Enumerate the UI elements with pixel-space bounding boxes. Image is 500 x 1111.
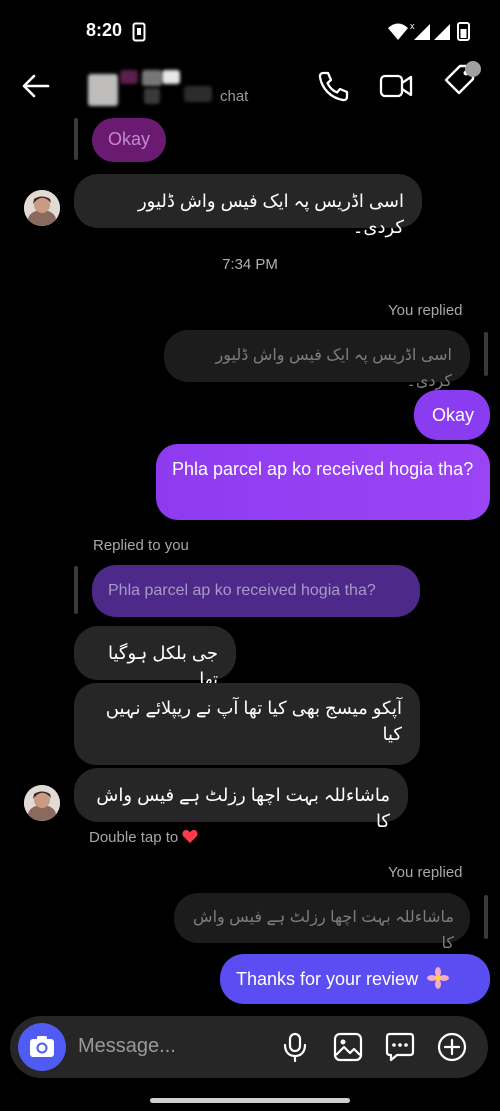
phone-icon[interactable] <box>314 68 350 104</box>
contact-subtitle: chat <box>220 88 249 105</box>
message-composer: Message... <box>10 1016 488 1078</box>
quoted-message[interactable]: اسی اڈریس پہ ایک فیس واش ڈلیور کردی۔ <box>164 330 470 390</box>
double-tap-label: Double tap to <box>89 829 179 846</box>
incoming-message[interactable]: ماشاءللہ بہت اچھا رزلٹ ہے فیس واش کا <box>74 768 408 831</box>
outgoing-message-text: Thanks for your review <box>236 969 419 989</box>
heart-icon[interactable] <box>182 829 198 844</box>
back-arrow-icon[interactable] <box>18 68 54 104</box>
incoming-message[interactable]: اسی اڈریس پہ ایک فیس واش ڈلیور کردی۔ <box>74 174 422 237</box>
quote-bar <box>74 566 78 614</box>
status-time: 8:20 <box>86 20 123 40</box>
double-tap-hint: Double tap to <box>89 829 198 846</box>
camera-icon <box>30 1036 54 1057</box>
quote-bar <box>74 118 78 160</box>
status-icons: x <box>388 21 470 41</box>
outgoing-message[interactable]: Thanks for your review <box>220 954 490 1004</box>
outgoing-message[interactable]: Phla parcel ap ko received hogia tha? <box>156 444 490 520</box>
quoted-message[interactable]: Phla parcel ap ko received hogia tha? <box>92 565 420 617</box>
home-indicator[interactable] <box>150 1098 350 1103</box>
you-replied-label: You replied <box>388 864 463 881</box>
microphone-icon[interactable] <box>280 1031 310 1063</box>
gallery-icon[interactable] <box>332 1031 364 1063</box>
camera-button[interactable] <box>18 1023 66 1071</box>
message-input[interactable]: Message... <box>78 1035 176 1058</box>
tag-icon[interactable] <box>440 58 486 104</box>
plus-circle-icon[interactable] <box>436 1031 468 1063</box>
outgoing-message[interactable]: Okay <box>414 390 490 440</box>
avatar[interactable] <box>24 785 60 821</box>
incoming-message[interactable]: آپکو میسج بھی کیا تھا آپ نے ریپلائے نہیں… <box>74 683 420 765</box>
flower-emoji-icon <box>427 967 450 989</box>
quoted-message[interactable]: ماشاءللہ بہت اچھا رزلٹ ہے فیس واش کا <box>174 893 470 952</box>
replied-to-you-label: Replied to you <box>93 537 189 554</box>
avatar[interactable] <box>24 190 60 226</box>
incoming-message[interactable]: جی بلکل ہوگیا تھا <box>74 626 236 689</box>
phone-status-icon <box>132 22 146 42</box>
contact-name-redacted[interactable] <box>88 70 218 106</box>
quote-bar <box>484 895 488 939</box>
svg-text:x: x <box>410 21 415 31</box>
video-camera-icon[interactable] <box>378 68 414 104</box>
quoted-message-okay[interactable]: Okay <box>92 118 167 162</box>
sticker-icon[interactable] <box>384 1031 416 1063</box>
quote-bar <box>484 332 488 376</box>
you-replied-label: You replied <box>388 302 463 319</box>
timestamp: 7:34 PM <box>222 256 278 273</box>
